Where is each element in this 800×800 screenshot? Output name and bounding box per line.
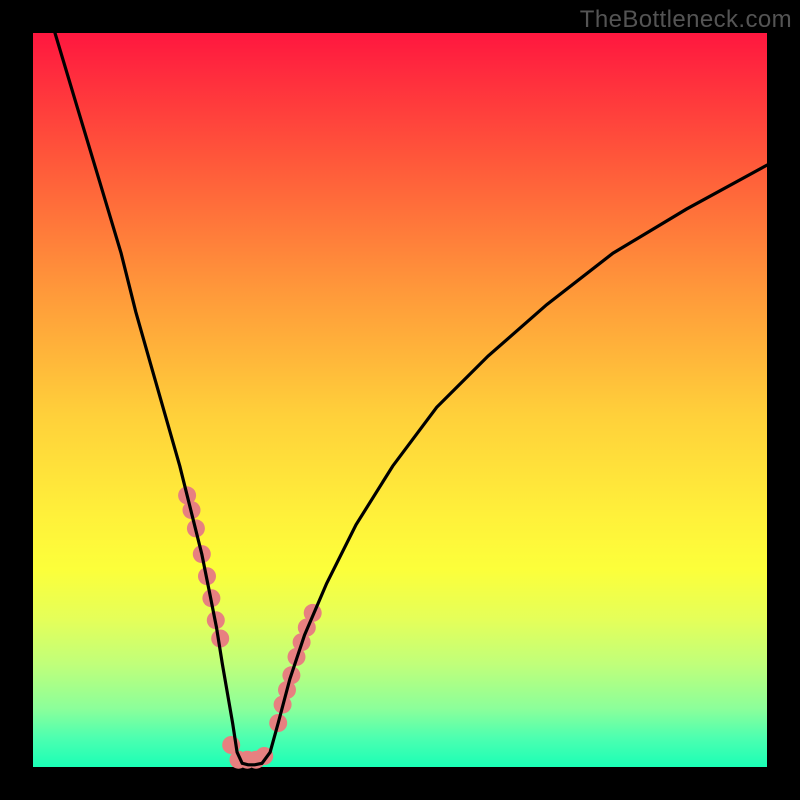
v-curve xyxy=(55,33,767,765)
scatter-dots xyxy=(178,486,322,768)
watermark-text: TheBottleneck.com xyxy=(580,6,792,34)
chart-svg xyxy=(33,33,767,767)
outer-frame: TheBottleneck.com xyxy=(0,0,800,800)
